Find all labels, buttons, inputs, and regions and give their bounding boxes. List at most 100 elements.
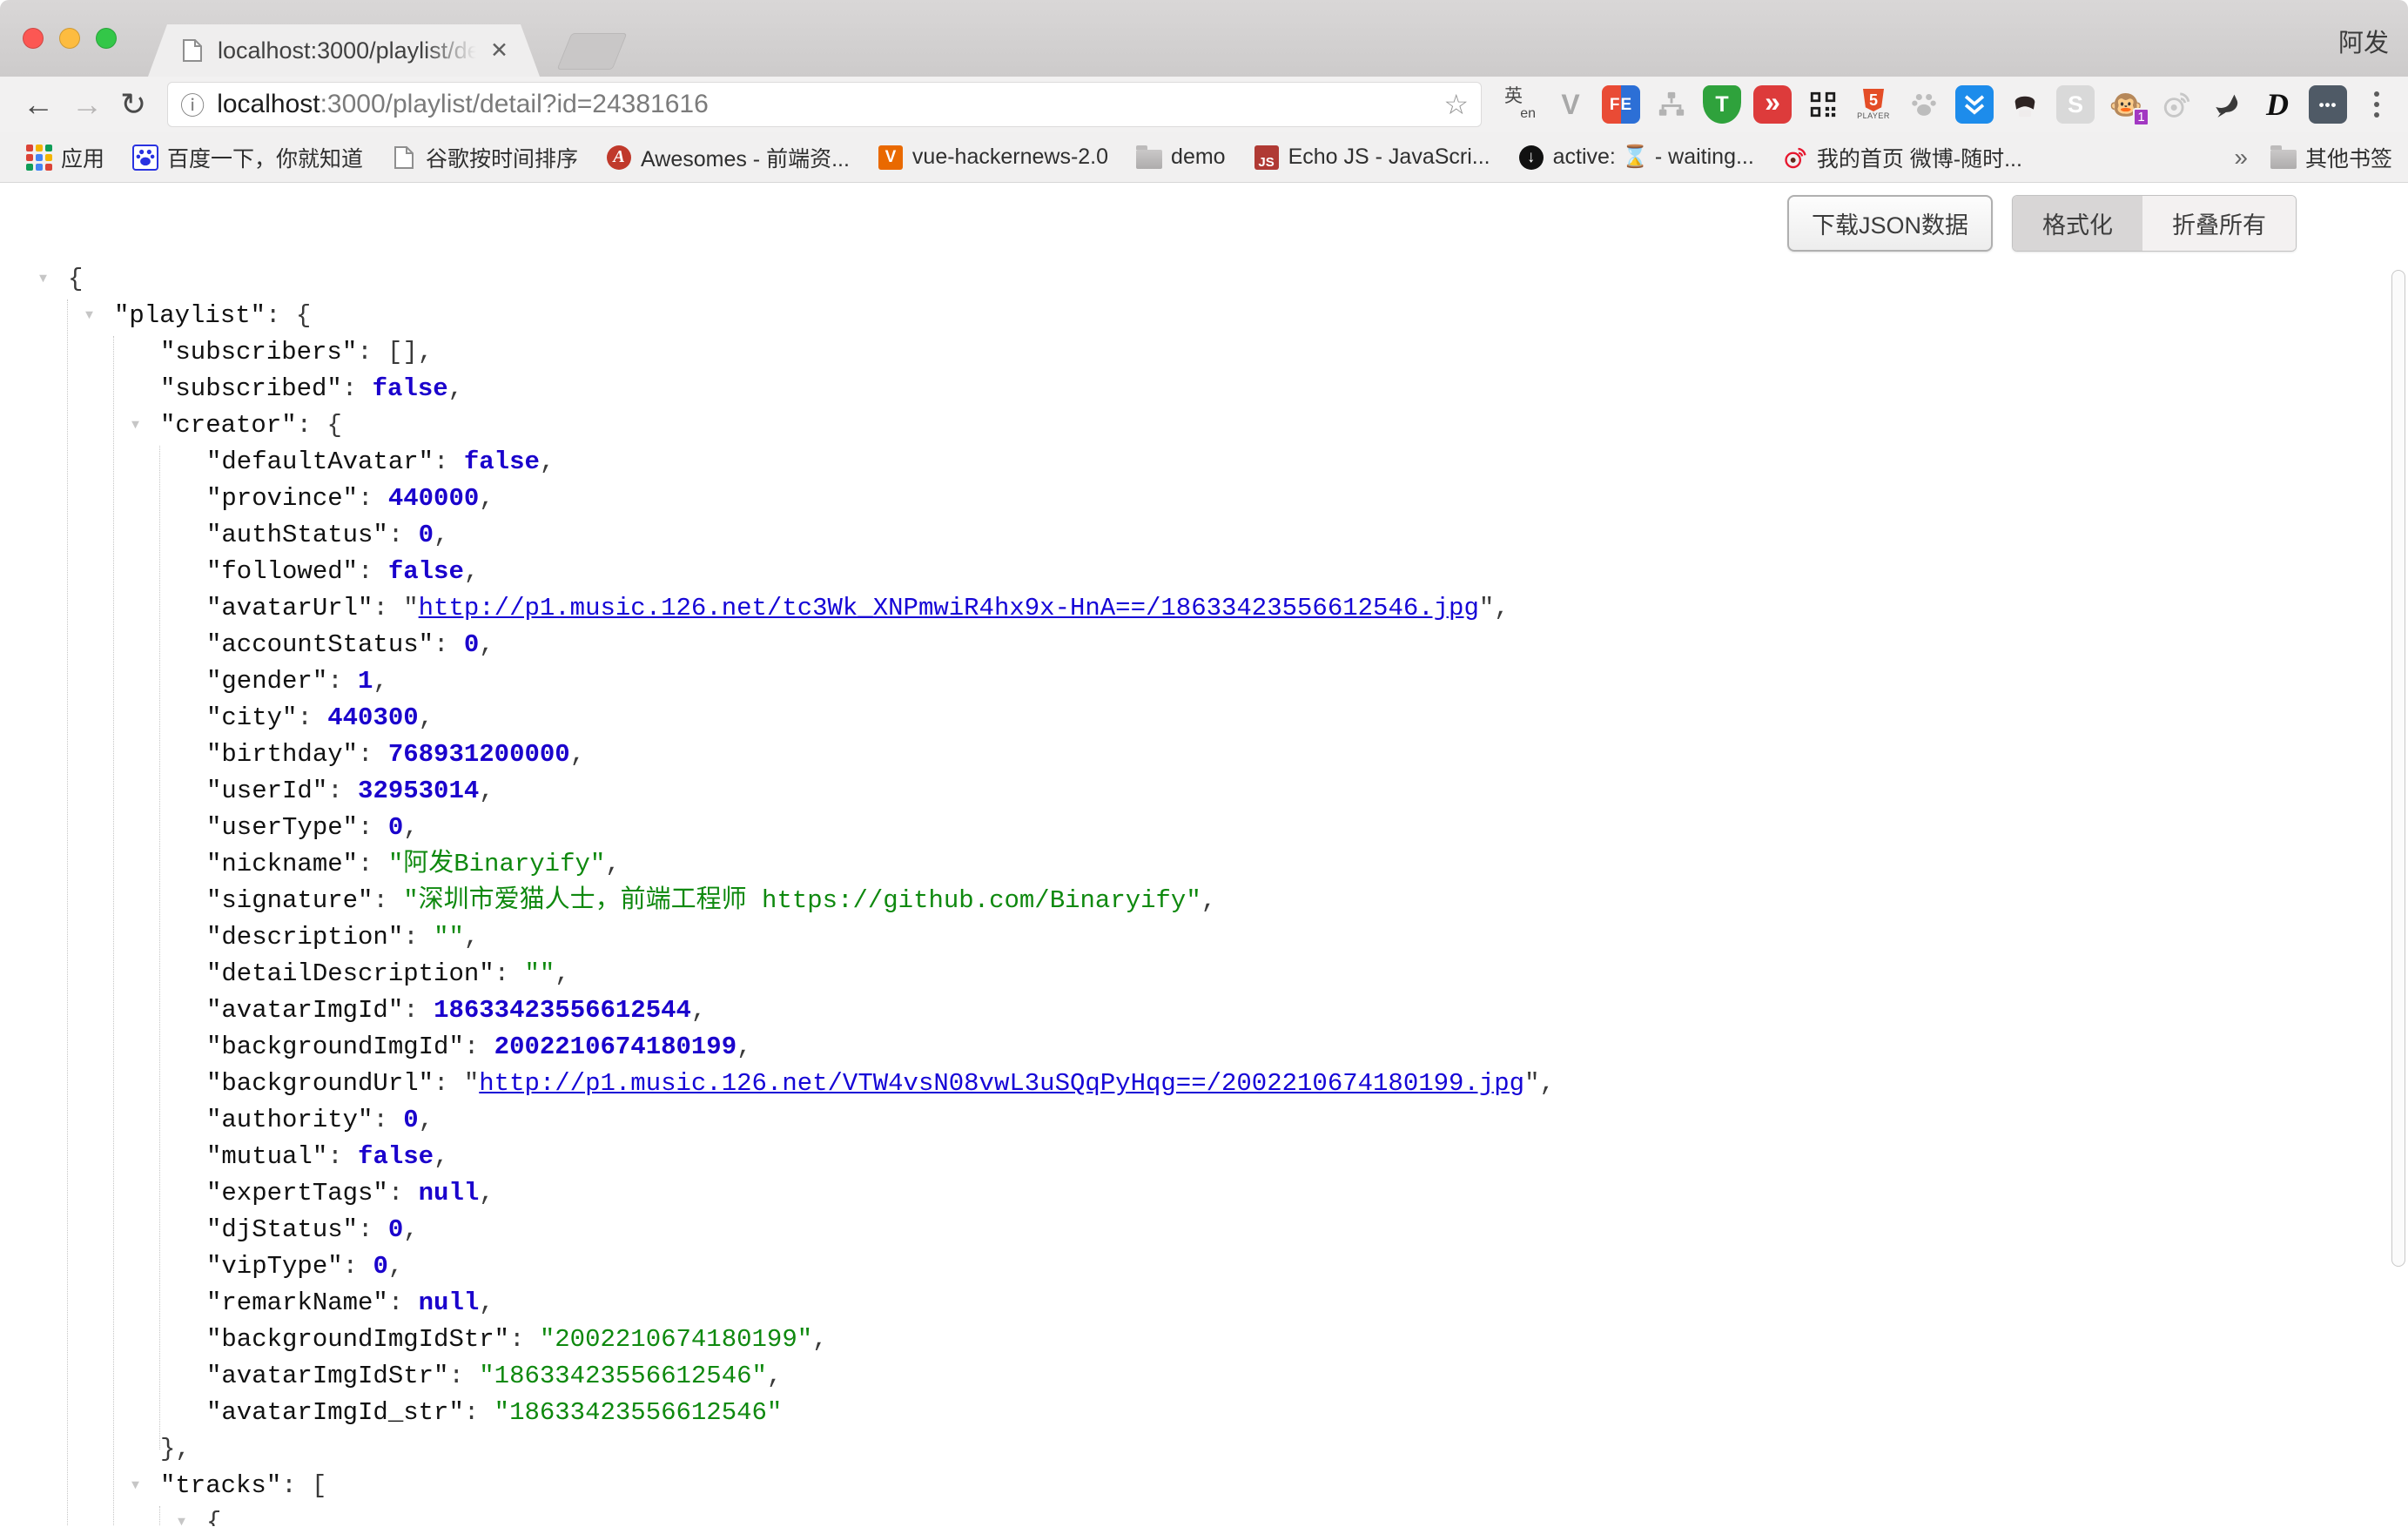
url-rest: :3000/playlist/detail?id=24381616 xyxy=(320,90,709,118)
arrow-down-circle-icon: ↓ xyxy=(1518,145,1544,171)
bookmark-item[interactable]: Vvue-hackernews-2.0 xyxy=(878,145,1108,171)
vimium-extension-icon[interactable] xyxy=(1955,85,1994,124)
json-line: "nickname": "阿发Binaryify", xyxy=(0,846,2408,883)
bookmark-item[interactable]: 百度一下，你就知道 xyxy=(132,142,363,173)
bookmark-label: active: ⌛ - waiting... xyxy=(1553,145,1754,170)
tab-close-icon[interactable]: ✕ xyxy=(490,37,508,64)
url-host: localhost xyxy=(217,90,319,118)
profile-name[interactable]: 阿发 xyxy=(2338,23,2389,59)
json-line: "userType": 0, xyxy=(0,810,2408,846)
json-line: }, xyxy=(0,1431,2408,1468)
other-bookmarks-folder[interactable]: 其他书签 xyxy=(2270,142,2392,173)
back-icon[interactable]: ← xyxy=(23,89,54,120)
s-letter-extension-icon[interactable]: S xyxy=(2056,85,2095,124)
vue-devtools-extension-icon[interactable]: V xyxy=(1551,85,1590,124)
traffic-lights xyxy=(23,28,117,49)
bookmark-item[interactable]: ↓ active: ⌛ - waiting... xyxy=(1518,145,1754,171)
bookmark-star-icon[interactable]: ☆ xyxy=(1443,88,1469,121)
bird-extension-icon[interactable] xyxy=(2208,85,2246,124)
collapse-triangle-icon[interactable]: ▼ xyxy=(39,261,47,298)
collapse-triangle-icon[interactable]: ▼ xyxy=(178,1504,185,1526)
vue-icon: V xyxy=(878,145,904,171)
collapse-triangle-icon[interactable]: ▼ xyxy=(131,407,139,444)
json-line: ▼"creator": { xyxy=(0,407,2408,444)
proxy-mask-extension-icon[interactable] xyxy=(2006,85,2044,124)
json-line: "avatarUrl": "http://p1.music.126.net/tc… xyxy=(0,590,2408,627)
json-line: "accountStatus": 0, xyxy=(0,627,2408,663)
toolbar: ← → ↻ ⓘ localhost:3000/playlist/detail?i… xyxy=(0,77,2408,132)
bookmarks-overflow-icon[interactable]: » xyxy=(2234,144,2248,172)
page-favicon xyxy=(179,37,205,64)
extensions-row: 英en V FE T » 5PLAYER S 🐵1 D ••• xyxy=(1501,85,2347,124)
weibo-gray-extension-icon[interactable] xyxy=(2157,85,2196,124)
json-line: "mutual": false, xyxy=(0,1139,2408,1175)
json-line: "avatarImgIdStr": "18633423556612546", xyxy=(0,1358,2408,1395)
extension-badge: 1 xyxy=(2133,108,2149,126)
bookmark-item[interactable]: 我的首页 微博-随时... xyxy=(1782,142,2022,173)
bookmark-item[interactable]: 应用 xyxy=(26,142,104,173)
format-button[interactable]: 格式化 xyxy=(2013,196,2142,251)
json-line: "description": "", xyxy=(0,919,2408,956)
fe-helper-extension-icon[interactable]: FE xyxy=(1602,85,1640,124)
json-line: "birthday": 768931200000, xyxy=(0,737,2408,773)
json-line: "vipType": 0, xyxy=(0,1248,2408,1285)
json-line: "authStatus": 0, xyxy=(0,517,2408,554)
bookmark-label: 谷歌按时间排序 xyxy=(426,142,578,173)
url-text[interactable]: localhost:3000/playlist/detail?id=243816… xyxy=(217,90,709,119)
bookmarks-right: » 其他书签 xyxy=(2222,132,2392,182)
zoom-window-button[interactable] xyxy=(96,28,117,49)
weibo-icon xyxy=(1782,145,1808,171)
tree-diagram-extension-icon[interactable] xyxy=(1652,85,1691,124)
bookmarks-bar: 应用 百度一下，你就知道 谷歌按时间排序 AAwesomes - 前端资... Vvue… xyxy=(0,132,2408,183)
monkey-extension-icon[interactable]: 🐵1 xyxy=(2107,85,2145,124)
json-line: "subscribed": false, xyxy=(0,371,2408,407)
bookmark-item[interactable]: 谷歌按时间排序 xyxy=(391,142,578,173)
bookmark-item[interactable]: demo xyxy=(1136,145,1226,171)
paw-extension-icon[interactable] xyxy=(1905,85,1943,124)
password-manager-extension-icon[interactable]: ••• xyxy=(2309,85,2347,124)
collapse-triangle-icon[interactable]: ▼ xyxy=(131,1468,139,1504)
json-line: "defaultAvatar": false, xyxy=(0,444,2408,481)
apps-grid-icon xyxy=(26,145,52,171)
bookmark-label: demo xyxy=(1171,145,1226,170)
json-line: "expertTags": null, xyxy=(0,1175,2408,1212)
qr-code-extension-icon[interactable] xyxy=(1804,85,1842,124)
video-speed-extension-icon[interactable]: » xyxy=(1753,85,1792,124)
json-line: "avatarImgId_str": "18633423556612546" xyxy=(0,1395,2408,1431)
address-bar[interactable]: ⓘ localhost:3000/playlist/detail?id=2438… xyxy=(167,82,1482,127)
chrome-menu-icon[interactable] xyxy=(2359,85,2394,124)
baidu-paw-icon xyxy=(132,145,158,171)
reload-icon[interactable]: ↻ xyxy=(120,89,146,120)
scrollbar-thumb[interactable] xyxy=(2391,270,2405,1267)
page-content: 下载JSON数据 格式化 折叠所有 ▼{▼"playlist": {"subsc… xyxy=(0,183,2408,1526)
download-json-button[interactable]: 下载JSON数据 xyxy=(1787,195,1993,252)
json-link[interactable]: http://p1.music.126.net/tc3Wk_XNPmwiR4hx… xyxy=(419,594,1479,622)
close-window-button[interactable] xyxy=(23,28,44,49)
forward-icon: → xyxy=(71,89,103,120)
html5-player-extension-icon[interactable]: 5PLAYER xyxy=(1854,85,1893,124)
json-line: "city": 440300, xyxy=(0,700,2408,737)
tampermonkey-extension-icon[interactable]: T xyxy=(1703,85,1741,124)
awesomes-icon: A xyxy=(606,145,632,171)
echojs-icon: JS xyxy=(1254,145,1280,171)
minimize-window-button[interactable] xyxy=(59,28,80,49)
dark-reader-extension-icon[interactable]: D xyxy=(2258,85,2297,124)
bookmark-label: 百度一下，你就知道 xyxy=(167,142,363,173)
collapse-triangle-icon[interactable]: ▼ xyxy=(85,298,93,334)
bookmark-label: vue-hackernews-2.0 xyxy=(912,145,1108,170)
new-tab-button[interactable] xyxy=(557,33,628,70)
collapse-all-button[interactable]: 折叠所有 xyxy=(2142,196,2296,251)
json-line: ▼{ xyxy=(0,1504,2408,1526)
indent-guide xyxy=(67,299,68,1526)
json-line: "province": 440000, xyxy=(0,481,2408,517)
page-info-icon[interactable]: ⓘ xyxy=(180,87,205,122)
bookmark-label: 我的首页 微博-随时... xyxy=(1817,142,2022,173)
json-line: "detailDescription": "", xyxy=(0,956,2408,992)
json-line: ▼"tracks": [ xyxy=(0,1468,2408,1504)
translate-extension-icon[interactable]: 英en xyxy=(1501,85,1539,124)
bookmark-item[interactable]: JSEcho JS - JavaScri... xyxy=(1254,145,1490,171)
json-link[interactable]: http://p1.music.126.net/VTW4vsN08vwL3uSQ… xyxy=(479,1069,1524,1098)
browser-tab[interactable]: localhost:3000/playlist/detail?i ✕ xyxy=(148,24,540,77)
page-icon xyxy=(391,145,417,171)
bookmark-item[interactable]: AAwesomes - 前端资... xyxy=(606,142,850,173)
